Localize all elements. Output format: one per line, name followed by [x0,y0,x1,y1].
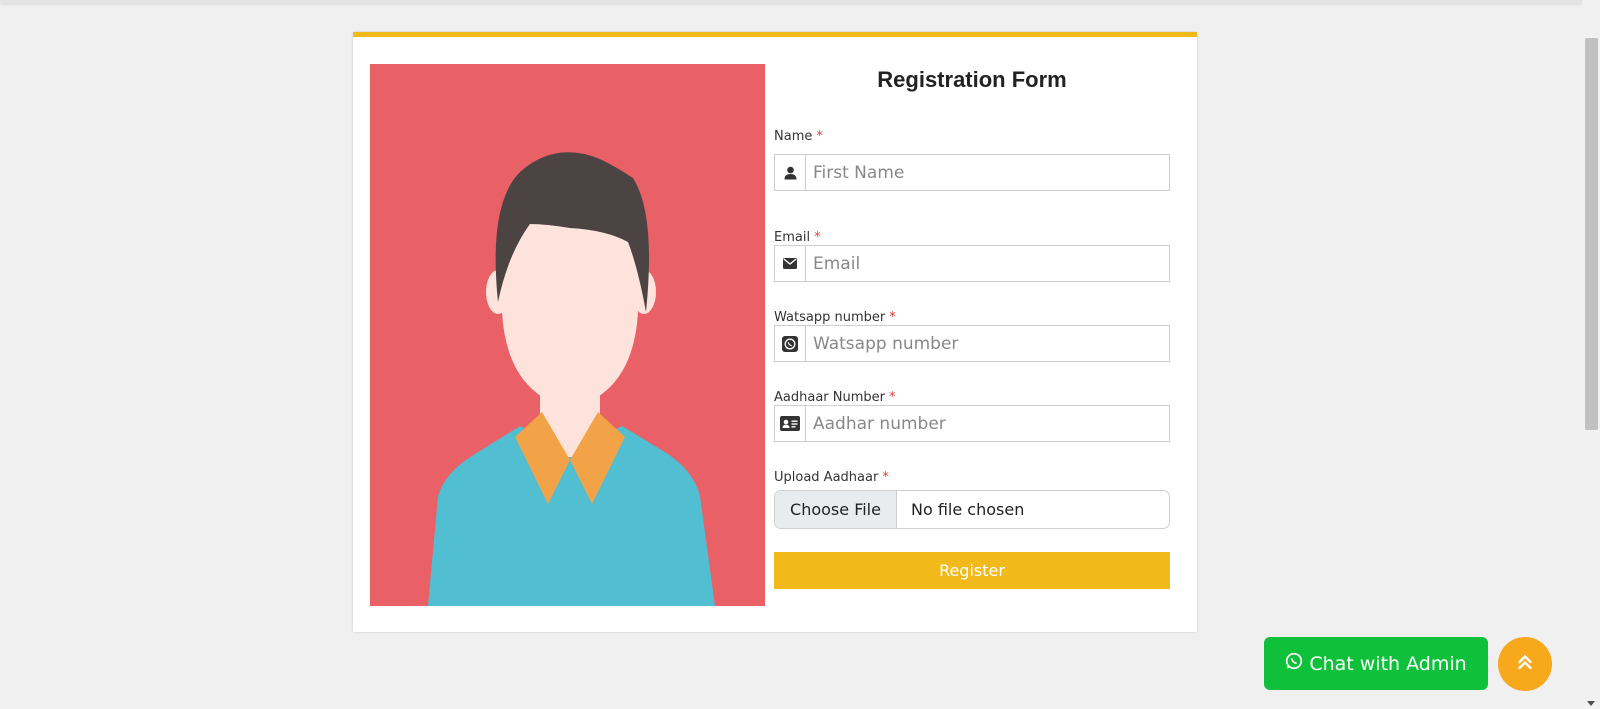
form-title: Registration Form [877,67,1067,92]
aadhaar-label-text: Aadhaar Number [774,390,885,405]
email-input-group [774,245,1170,282]
envelope-icon [775,246,806,281]
scroll-to-top-button[interactable] [1498,637,1552,691]
whatsapp-input-group [774,325,1170,362]
chat-with-admin-button[interactable]: Chat with Admin [1264,637,1488,690]
user-icon [775,155,806,190]
choose-file-button[interactable]: Choose File [775,491,897,528]
first-name-input[interactable] [806,155,1169,190]
aadhaar-file-input[interactable]: Choose File No file chosen [774,490,1170,529]
aadhaar-number-input[interactable] [806,406,1169,441]
page-scrollbar[interactable] [1583,0,1600,709]
name-label: Name * [774,129,823,144]
name-label-text: Name [774,129,813,144]
required-marker: * [889,310,896,325]
register-button[interactable]: Register [774,552,1170,589]
email-input[interactable] [806,246,1169,281]
chat-with-admin-label: Chat with Admin [1309,652,1467,675]
required-marker: * [814,230,821,245]
file-status-text: No file chosen [911,500,1025,519]
scrollbar-thumb[interactable] [1585,38,1598,430]
top-strip [0,0,1582,3]
name-input-group [774,154,1170,191]
email-label: Email * [774,230,821,245]
aadhaar-input-group [774,405,1170,442]
upload-aadhaar-label-text: Upload Aadhaar [774,470,879,485]
id-card-icon [775,406,806,441]
double-chevron-up-icon [1518,654,1532,674]
whatsapp-label-text: Watsapp number [774,310,886,325]
whatsapp-icon [775,326,806,361]
avatar-illustration [370,64,765,606]
whatsapp-label: Watsapp number * [774,310,896,325]
aadhaar-label: Aadhaar Number * [774,390,895,405]
required-marker: * [816,129,823,144]
whatsapp-number-input[interactable] [806,326,1169,361]
email-label-text: Email [774,230,811,245]
upload-aadhaar-label: Upload Aadhaar * [774,470,889,485]
whatsapp-icon [1285,652,1303,675]
required-marker: * [882,470,889,485]
registration-card: Registration Form Name* Email* Watsapp n… [353,32,1197,632]
scroll-down-arrow-icon[interactable] [1587,701,1595,706]
person-avatar-icon [428,152,715,606]
required-marker: * [888,390,896,405]
